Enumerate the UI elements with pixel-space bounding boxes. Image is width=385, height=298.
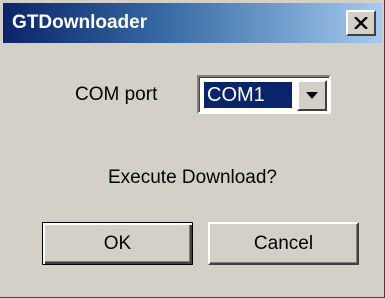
ok-button[interactable]: OK bbox=[42, 222, 193, 265]
close-button[interactable] bbox=[346, 10, 376, 36]
title-bar[interactable]: GTDownloader bbox=[3, 3, 382, 43]
com-port-select[interactable]: COM1 bbox=[197, 75, 331, 114]
com-port-label: COM port bbox=[75, 84, 158, 105]
chevron-down-icon bbox=[306, 92, 318, 99]
com-port-selected-value[interactable]: COM1 bbox=[204, 82, 292, 108]
close-icon bbox=[354, 17, 368, 29]
cancel-button[interactable]: Cancel bbox=[208, 222, 359, 265]
window-title: GTDownloader bbox=[12, 12, 148, 33]
dropdown-button[interactable] bbox=[297, 80, 327, 111]
com-port-select-frame: COM1 bbox=[199, 77, 329, 112]
gtdownloader-dialog: GTDownloader COM port COM1 Execute Downl… bbox=[0, 0, 385, 298]
execute-download-prompt: Execute Download? bbox=[108, 167, 277, 188]
